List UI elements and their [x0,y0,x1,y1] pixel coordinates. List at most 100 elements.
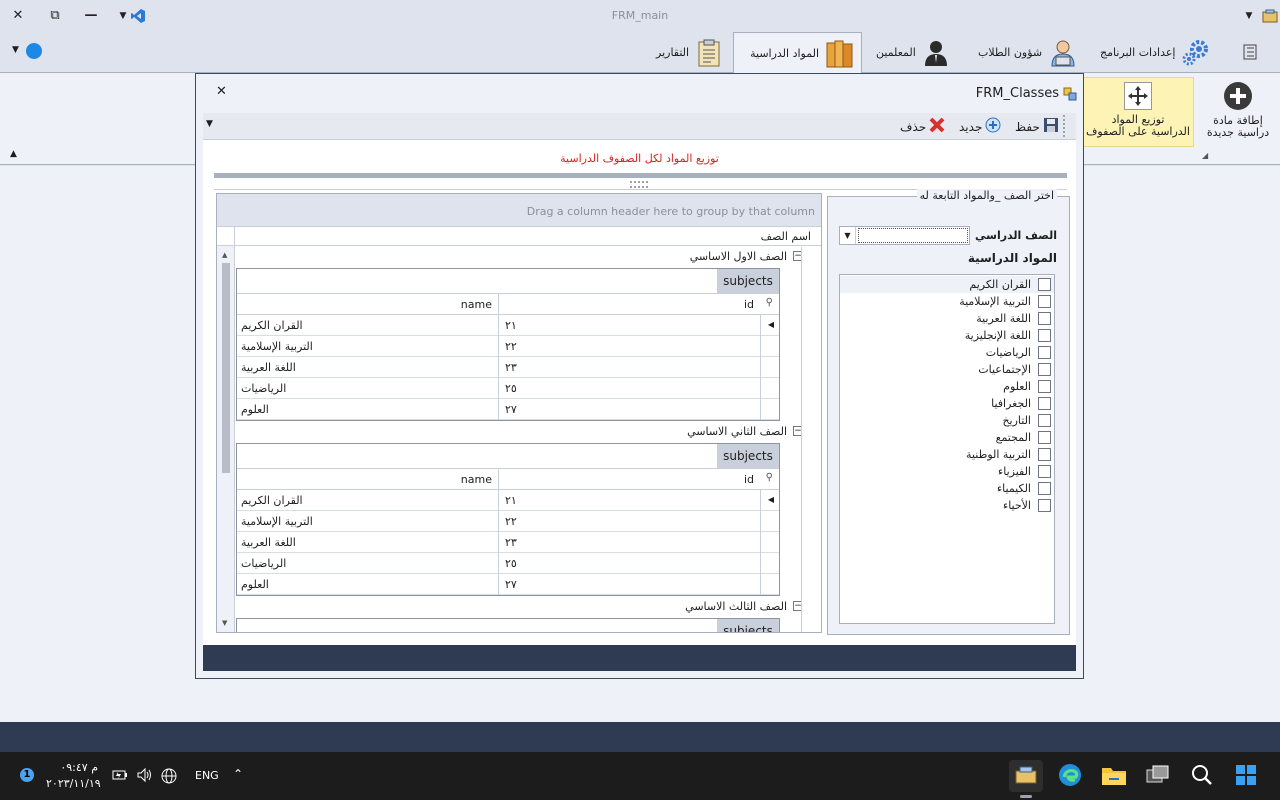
grid-vertical-scrollbar[interactable]: ▲ ▼ [217,246,235,632]
subject-item[interactable]: العلوم [840,378,1054,395]
ribbon-options-icon[interactable]: ▼ [1238,6,1260,26]
table-row[interactable]: ◀ ٢١ القران الكريم [237,490,779,511]
subject-checkbox[interactable] [1038,414,1051,427]
status-bar [0,722,1280,752]
table-row[interactable]: ٢٢ التربية الإسلامية [237,336,779,357]
network-globe-icon[interactable] [160,767,178,785]
subject-item[interactable]: الأحياء [840,497,1054,514]
subject-checkbox[interactable] [1038,431,1051,444]
tab-settings[interactable]: إعدادات البرنامج [1092,32,1217,73]
taskbar-file-explorer[interactable] [1097,760,1131,792]
distribute-subjects-button[interactable]: توزيع المواد الدراسية على الصفوف [1082,77,1194,147]
notification-icon[interactable]: 1 [20,768,34,782]
subject-item[interactable]: الرياضيات [840,344,1054,361]
subject-checkbox[interactable] [1038,499,1051,512]
pin-icon[interactable]: ⚲ [766,297,773,308]
group-row[interactable]: − الصف الثاني الاساسي [235,422,821,442]
detail-view: subjects [236,618,780,632]
volume-icon[interactable] [136,767,154,783]
subject-checkbox[interactable] [1038,346,1051,359]
subject-checkbox[interactable] [1038,465,1051,478]
taskbar-start[interactable] [1229,760,1263,792]
splitter-handle[interactable] [630,181,648,188]
tab-reports[interactable]: التقارير [648,32,731,73]
table-row[interactable]: ٢٧ العلوم [237,574,779,595]
table-row[interactable]: ٢٣ اللغة العربية [237,532,779,553]
app-icon [1262,9,1278,23]
corner-cell [217,227,235,246]
group-row[interactable]: ◀ − الصف الاول الاساسي [235,247,821,267]
scroll-down-icon[interactable]: ▼ [222,619,227,627]
subject-checkbox[interactable] [1038,380,1051,393]
collapse-ribbon-icon[interactable]: ▲ [10,149,17,159]
scroll-up-icon[interactable]: ▲ [222,251,227,259]
child-close-button[interactable]: ✕ [216,84,227,99]
pin-icon[interactable]: ⚲ [766,472,773,483]
subject-checkbox[interactable] [1038,278,1051,291]
column-header-name[interactable]: name [237,294,499,315]
tab-subjects-detail[interactable]: subjects [717,444,779,469]
group-by-panel[interactable]: Drag a column header here to group by th… [217,194,821,227]
ribbon-group-launcher-icon[interactable]: ◢ [1202,151,1208,160]
tab-subjects-detail[interactable]: subjects [717,619,779,632]
app-menu-icon[interactable] [1240,44,1260,60]
subject-checkbox[interactable] [1038,397,1051,410]
subject-item[interactable]: الكيمياء [840,480,1054,497]
table-row[interactable]: ٢٥ الرياضيات [237,553,779,574]
subject-checkbox[interactable] [1038,312,1051,325]
taskbar-search[interactable] [1185,760,1219,792]
show-hidden-icons-icon[interactable]: ⌃ [233,767,243,781]
classes-grid[interactable]: Drag a column header here to group by th… [216,193,822,633]
child-toolbar: ▼ حذف جديد حفظ [203,113,1076,140]
tab-teachers[interactable]: المعلمين [868,32,958,73]
column-header-class-name[interactable]: اسم الصف [235,227,821,246]
class-combobox[interactable]: ▼ [839,226,970,245]
table-row[interactable]: ◀ ٢١ القران الكريم [237,315,779,336]
group-row[interactable]: − الصف الثالث الاساسي [235,597,821,617]
table-row[interactable]: ٢٥ الرياضيات [237,378,779,399]
subject-item[interactable]: التاريخ [840,412,1054,429]
taskbar-app-frm[interactable] [1009,760,1043,798]
add-subject-button[interactable]: إطافة مادة دراسية جديدة [1200,77,1276,147]
tab-students[interactable]: شؤون الطلاب [970,32,1084,73]
new-button[interactable]: جديد [959,117,1001,136]
save-button[interactable]: حفظ [1015,117,1059,136]
toolbar-options-icon[interactable]: ▼ [206,119,213,129]
detail-tabstrip: subjects [237,619,779,632]
subject-item[interactable]: الإجتماعيات [840,361,1054,378]
subject-item[interactable]: اللغة العربية [840,310,1054,327]
subject-checkbox[interactable] [1038,448,1051,461]
subject-checkbox[interactable] [1038,329,1051,342]
class-combobox-value [858,228,968,243]
battery-icon[interactable] [112,768,128,782]
combobox-dropdown-icon[interactable]: ▼ [840,227,856,244]
tab-subjects-detail[interactable]: subjects [717,269,779,294]
table-row[interactable]: ٢٢ التربية الإسلامية [237,511,779,532]
scroll-thumb[interactable] [222,263,230,473]
subject-item[interactable]: التربية الوطنية [840,446,1054,463]
tab-subjects[interactable]: المواد الدراسية [733,32,862,74]
window-title: FRM_main [611,9,669,22]
subject-item[interactable]: الفيزياء [840,463,1054,480]
subject-item[interactable]: اللغة الإنجليزية [840,327,1054,344]
clock-time: ٠٩:٤٧ [60,761,88,774]
subject-item[interactable]: التربية الإسلامية [840,293,1054,310]
delete-button[interactable]: حذف [900,117,945,136]
subject-item[interactable]: المجتمع [840,429,1054,446]
subject-item[interactable]: القران الكريم [840,276,1054,293]
table-row[interactable]: ٢٧ العلوم [237,399,779,420]
clock-date[interactable]: ٢٠٢٣/١١/١٩ [46,777,101,790]
taskbar-edge[interactable] [1053,760,1087,792]
customize-dropdown-icon[interactable]: ▼ [12,45,19,55]
running-indicator [1020,795,1032,798]
toolbar-grip[interactable] [1063,115,1069,137]
subject-checkbox[interactable] [1038,363,1051,376]
input-language[interactable]: ENG [195,769,219,782]
status-dot-icon[interactable] [26,43,42,59]
column-header-name[interactable]: name [237,469,499,490]
subject-item[interactable]: الجغرافيا [840,395,1054,412]
table-row[interactable]: ٢٣ اللغة العربية [237,357,779,378]
taskbar-task-view[interactable] [1141,760,1175,792]
subject-checkbox[interactable] [1038,295,1051,308]
subject-checkbox[interactable] [1038,482,1051,495]
